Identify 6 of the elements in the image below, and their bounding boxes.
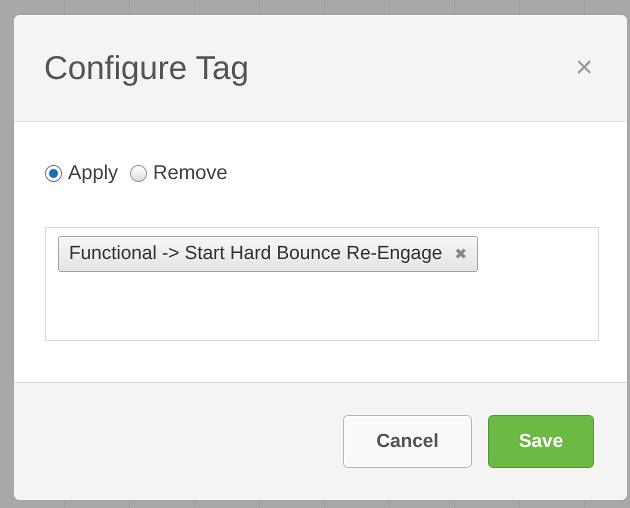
radio-option[interactable]: Remove — [130, 162, 228, 185]
cancel-button[interactable]: Cancel — [343, 415, 472, 468]
radio-option[interactable]: Apply — [45, 162, 118, 185]
tag-label: Functional -> Start Hard Bounce Re-Engage — [69, 243, 442, 265]
tag-field[interactable]: Functional -> Start Hard Bounce Re-Engage ✖ — [45, 227, 599, 341]
dialog-title: Configure Tag — [44, 49, 249, 87]
